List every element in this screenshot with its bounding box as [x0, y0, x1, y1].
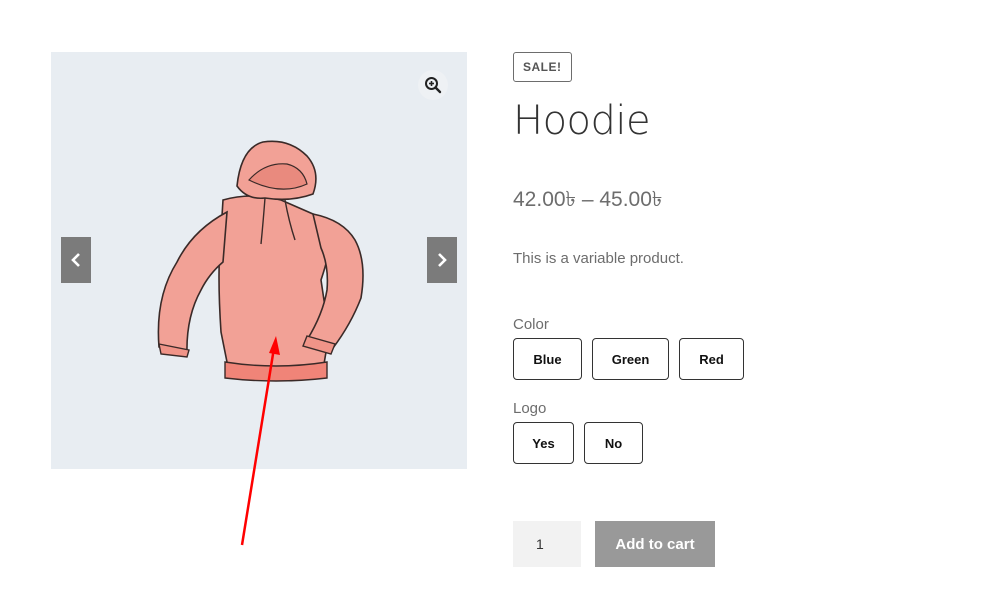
product-description: This is a variable product. [513, 250, 684, 267]
product-price: 42.00৳ – 45.00৳ [513, 188, 663, 211]
swatch-red[interactable]: Red [679, 338, 744, 380]
zoom-button[interactable] [418, 70, 448, 100]
attribute-label-color: Color [513, 316, 549, 333]
sale-badge: SALE! [513, 52, 572, 82]
swatch-green[interactable]: Green [592, 338, 669, 380]
product-title: Hoodie [513, 98, 651, 144]
swatch-blue[interactable]: Blue [513, 338, 582, 380]
zoom-in-icon [425, 77, 442, 94]
quantity-input[interactable] [513, 521, 581, 567]
product-gallery [51, 52, 467, 469]
chevron-left-icon [71, 253, 80, 267]
attribute-label-logo: Logo [513, 400, 547, 417]
chevron-right-icon [438, 253, 447, 267]
swatch-no[interactable]: No [584, 422, 643, 464]
gallery-next-button[interactable] [427, 237, 457, 283]
hoodie-image [157, 140, 364, 382]
gallery-prev-button[interactable] [61, 237, 91, 283]
add-to-cart-button[interactable]: Add to cart [595, 521, 715, 567]
swatch-yes[interactable]: Yes [513, 422, 574, 464]
